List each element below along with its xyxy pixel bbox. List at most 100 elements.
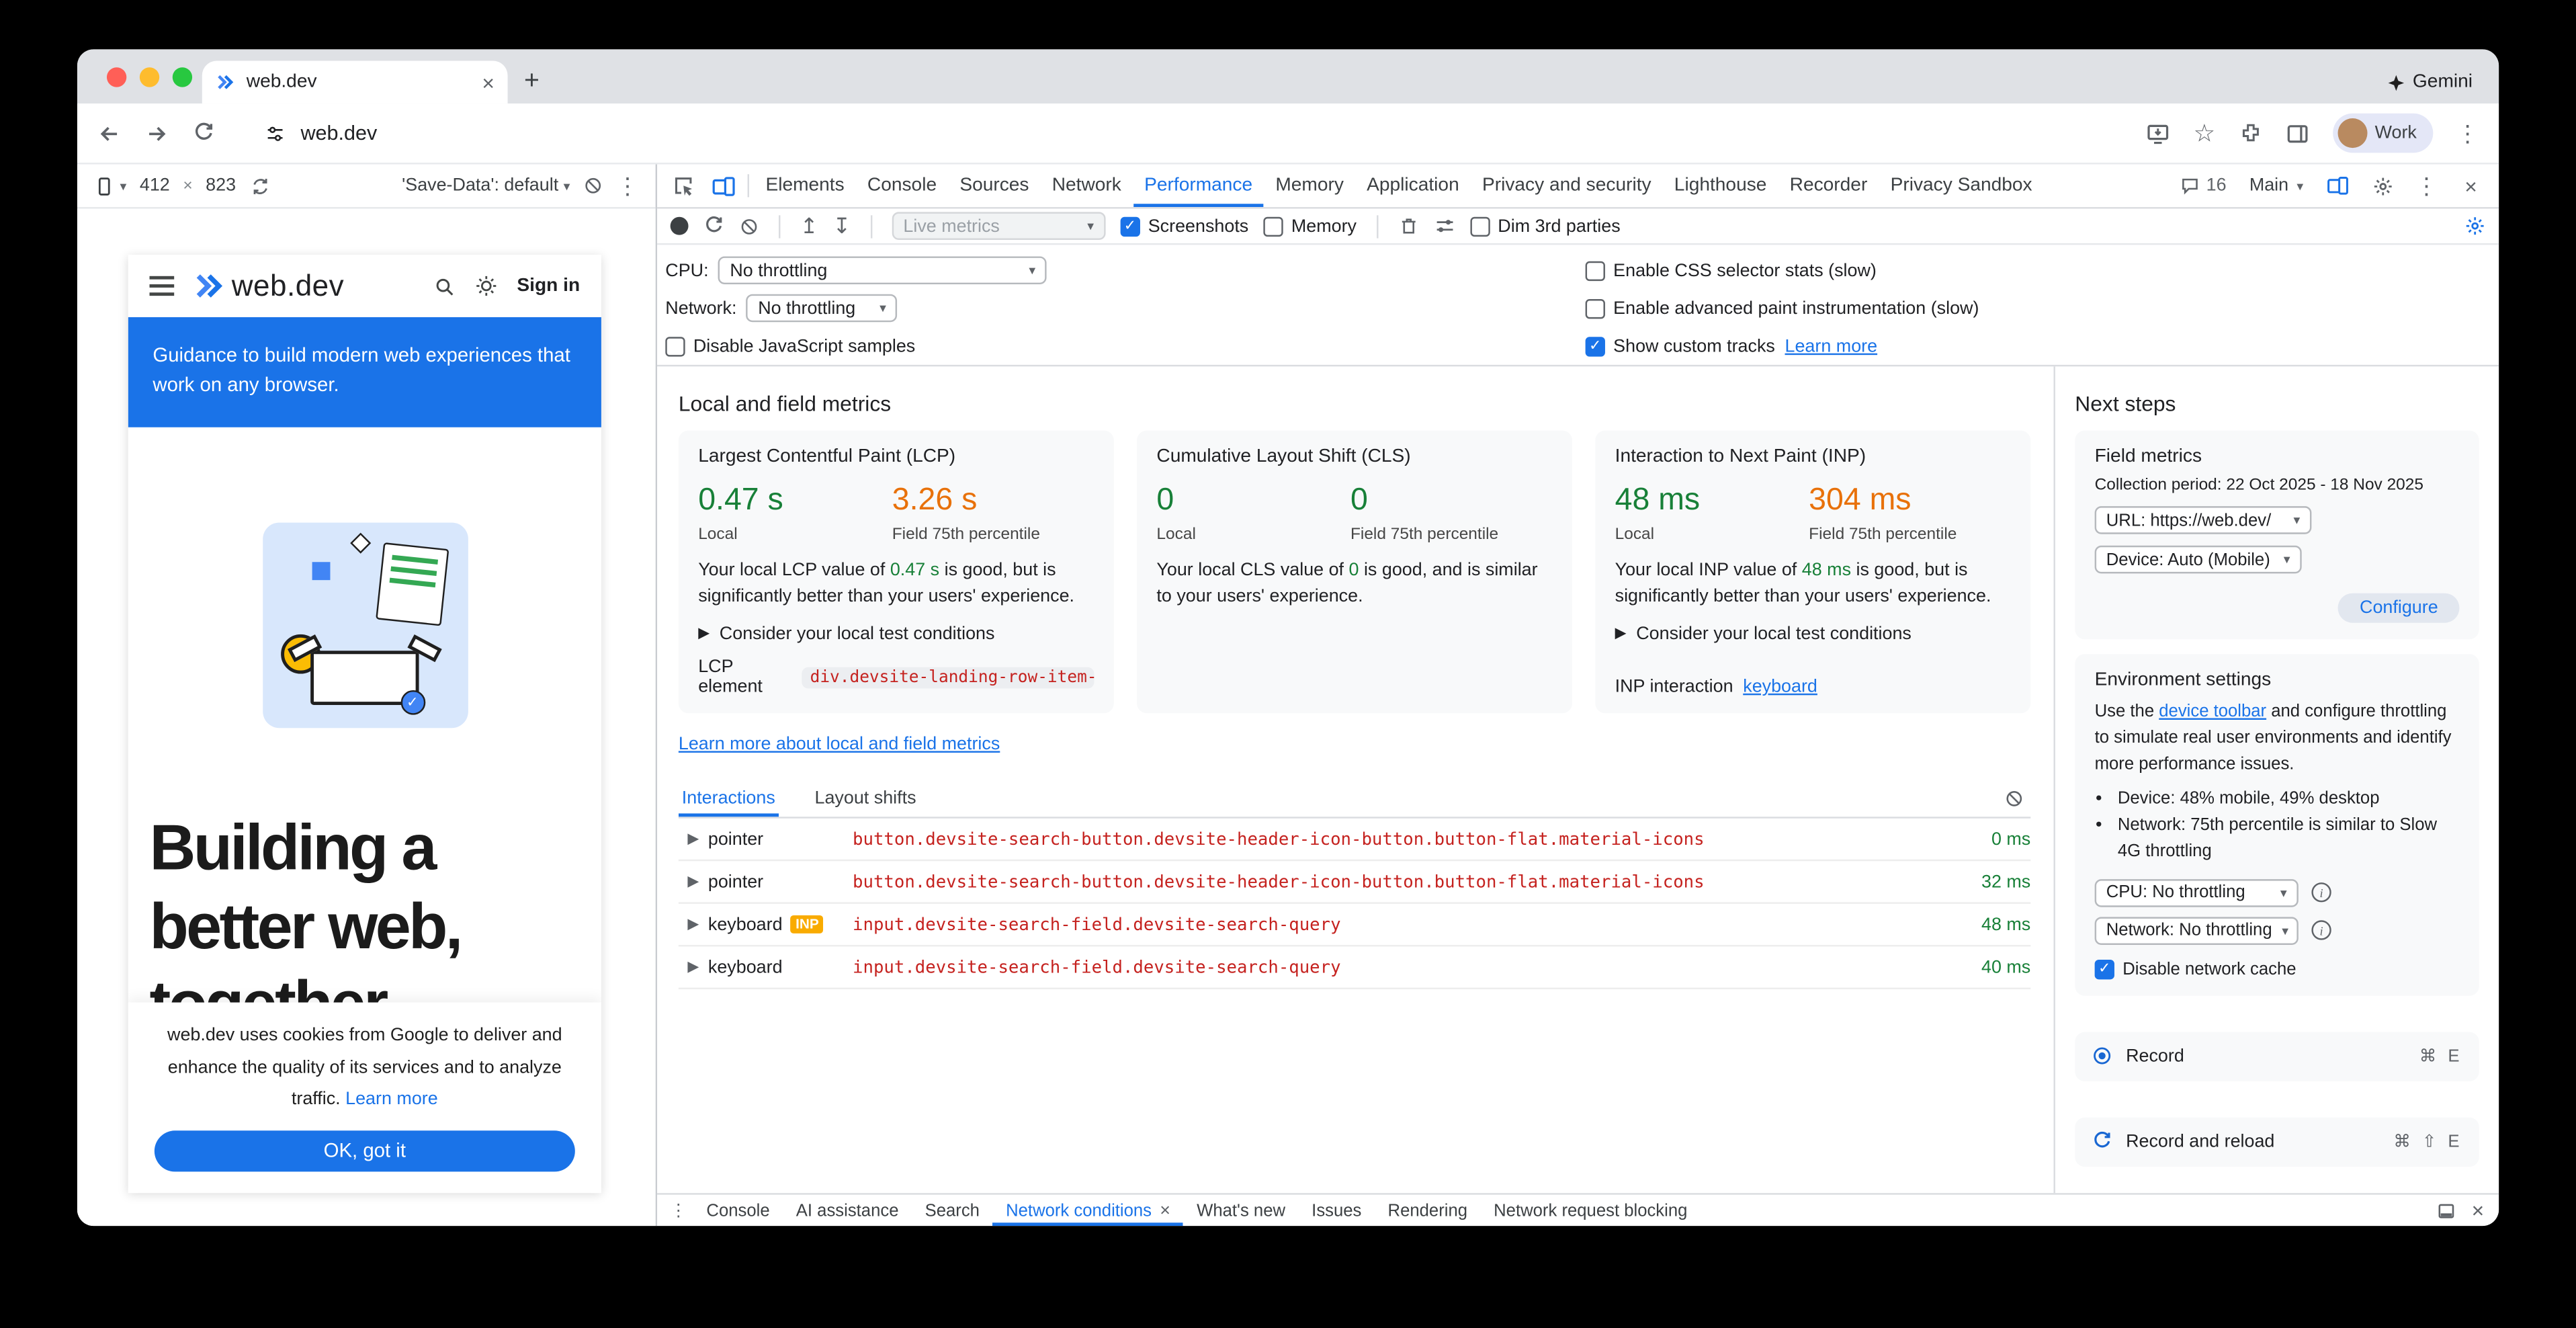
tab-privacy-and-security[interactable]: Privacy and security bbox=[1471, 165, 1663, 208]
paint-instrumentation-checkbox[interactable]: ✓ Enable advanced paint instrumentation … bbox=[1586, 298, 1979, 318]
console-messages-badge[interactable]: 16 bbox=[2172, 176, 2235, 196]
device-toolbar-toggle-icon[interactable] bbox=[703, 165, 743, 208]
collect-garbage-icon[interactable] bbox=[1398, 215, 1419, 237]
interaction-row[interactable]: ▶ pointer button.devsite-search-button.d… bbox=[679, 819, 2030, 862]
throttle-off-icon[interactable] bbox=[583, 176, 603, 196]
memory-checkbox[interactable]: ✓ Memory bbox=[1263, 216, 1357, 236]
field-device-select[interactable]: Device: Auto (Mobile)▾ bbox=[2095, 546, 2302, 574]
screenshots-checkbox[interactable]: ✓ Screenshots bbox=[1120, 216, 1248, 236]
reload-button[interactable] bbox=[192, 122, 215, 144]
devtools-close-icon[interactable]: × bbox=[2451, 175, 2491, 196]
cpu-throttling-select[interactable]: No throttling▾ bbox=[718, 256, 1047, 284]
drawer-tab-network-conditions[interactable]: Network conditions × bbox=[993, 1195, 1184, 1226]
back-button[interactable] bbox=[97, 121, 122, 146]
interaction-row[interactable]: ▶ pointer button.devsite-search-button.d… bbox=[679, 861, 2030, 904]
zoom-window-button[interactable] bbox=[173, 67, 192, 87]
device-height-field[interactable]: 823 bbox=[206, 176, 236, 196]
dim-3rd-parties-checkbox[interactable]: ✓ Dim 3rd parties bbox=[1470, 216, 1621, 236]
devtools-menu-icon[interactable]: ⋮ bbox=[2407, 174, 2446, 197]
drawer-tab-console[interactable]: Console bbox=[693, 1195, 783, 1226]
drawer-tab-issues[interactable]: Issues bbox=[1299, 1195, 1375, 1226]
clear-icon[interactable] bbox=[739, 216, 759, 236]
device-width-field[interactable]: 412 bbox=[140, 176, 170, 196]
tab-recorder[interactable]: Recorder bbox=[1778, 165, 1879, 208]
cpu-info-icon[interactable]: i bbox=[2311, 882, 2331, 902]
drawer-tab-network-request-blocking[interactable]: Network request blocking bbox=[1481, 1195, 1701, 1226]
drawer-close-icon[interactable]: × bbox=[2472, 1200, 2485, 1221]
tab-privacy-sandbox[interactable]: Privacy Sandbox bbox=[1879, 165, 2043, 208]
tab-close-icon[interactable]: × bbox=[482, 70, 495, 95]
devices-status-icon[interactable] bbox=[2318, 174, 2358, 197]
network-info-icon[interactable]: i bbox=[2311, 920, 2331, 940]
lcp-element-chip[interactable]: div.devsite-landing-row-item-d… bbox=[802, 667, 1094, 688]
tab-performance[interactable]: Performance bbox=[1133, 165, 1264, 208]
tab-lighthouse[interactable]: Lighthouse bbox=[1663, 165, 1778, 208]
lcp-test-conditions-expander[interactable]: ▶ Consider your local test conditions bbox=[698, 624, 1094, 644]
cookie-ok-button[interactable]: OK, got it bbox=[155, 1130, 575, 1171]
inp-test-conditions-expander[interactable]: ▶ Consider your local test conditions bbox=[1615, 624, 2011, 644]
minimize-window-button[interactable] bbox=[140, 67, 159, 87]
devtools-settings-icon[interactable] bbox=[2362, 175, 2402, 196]
interaction-row[interactable]: ▶ keyboard input.devsite-search-field.de… bbox=[679, 946, 2030, 989]
drawer-tab-search[interactable]: Search bbox=[912, 1195, 993, 1226]
tab-layout-shifts[interactable]: Layout shifts bbox=[812, 780, 920, 817]
css-selector-stats-checkbox[interactable]: ✓ Enable CSS selector stats (slow) bbox=[1586, 261, 1877, 280]
expand-icon[interactable]: ▶ bbox=[679, 958, 708, 977]
tab-console[interactable]: Console bbox=[856, 165, 948, 208]
device-throttle-select[interactable]: 'Save-Data': default ▾ bbox=[402, 176, 570, 196]
install-icon[interactable] bbox=[2146, 121, 2171, 146]
tab-elements[interactable]: Elements bbox=[754, 165, 855, 208]
inp-interaction-link[interactable]: keyboard bbox=[1743, 677, 1817, 696]
menu-hamburger-icon[interactable] bbox=[150, 277, 175, 296]
gemini-button[interactable]: Gemini bbox=[2387, 73, 2499, 103]
custom-tracks-learn-more-link[interactable]: Learn more bbox=[1785, 336, 1878, 356]
site-logo[interactable]: web.dev bbox=[192, 269, 344, 303]
disable-network-cache-checkbox[interactable]: ✓ Disable network cache bbox=[2095, 959, 2460, 979]
js-context-select[interactable]: Main▾ bbox=[2239, 176, 2313, 196]
drawer-menu-icon[interactable]: ⋮ bbox=[664, 1195, 693, 1226]
tab-interactions[interactable]: Interactions bbox=[679, 780, 779, 817]
device-toolbar-link[interactable]: device toolbar bbox=[2159, 702, 2266, 721]
history-select[interactable]: Live metrics▾ bbox=[892, 212, 1105, 240]
inspect-element-icon[interactable] bbox=[664, 165, 703, 208]
record-and-reload-button[interactable]: Record and reload ⌘ ⇧ E bbox=[2075, 1117, 2479, 1166]
tab-application[interactable]: Application bbox=[1355, 165, 1471, 208]
env-network-select[interactable]: Network: No throttling▾ bbox=[2095, 916, 2299, 944]
network-throttling-select[interactable]: No throttling▾ bbox=[746, 294, 898, 323]
field-url-select[interactable]: URL: https://web.dev/▾ bbox=[2095, 506, 2312, 534]
record-icon[interactable] bbox=[671, 217, 689, 235]
new-tab-button[interactable]: + bbox=[524, 67, 540, 97]
expand-icon[interactable]: ▶ bbox=[679, 915, 708, 933]
tab-sources[interactable]: Sources bbox=[948, 165, 1040, 208]
device-toolbar-menu-icon[interactable]: ⋮ bbox=[616, 174, 639, 197]
disable-js-samples-checkbox[interactable]: ✓ Disable JavaScript samples bbox=[665, 336, 915, 356]
rotate-icon[interactable] bbox=[249, 175, 271, 196]
search-icon[interactable] bbox=[433, 276, 455, 297]
drawer-dock-icon[interactable] bbox=[2437, 1200, 2456, 1220]
side-panel-icon[interactable] bbox=[2284, 121, 2309, 146]
interaction-row[interactable]: ▶ keyboard INP input.devsite-search-fiel… bbox=[679, 904, 2030, 947]
clear-log-icon[interactable] bbox=[2004, 780, 2030, 817]
tab-memory[interactable]: Memory bbox=[1264, 165, 1355, 208]
promo-banner[interactable]: Guidance to build modern web experiences… bbox=[128, 317, 601, 427]
forward-button[interactable] bbox=[144, 121, 169, 146]
site-info-icon[interactable] bbox=[265, 122, 286, 144]
record-and-reload-icon[interactable] bbox=[703, 215, 725, 237]
tab-network[interactable]: Network bbox=[1041, 165, 1133, 208]
expand-icon[interactable]: ▶ bbox=[679, 830, 708, 848]
address-bar[interactable]: web.dev bbox=[239, 122, 2123, 144]
drawer-tab-ai-assistance[interactable]: AI assistance bbox=[783, 1195, 912, 1226]
download-profile-icon[interactable]: ↧ bbox=[832, 215, 851, 237]
throttle-gauge-icon[interactable] bbox=[1434, 215, 1455, 237]
drawer-tab-whats-new[interactable]: What's new bbox=[1184, 1195, 1299, 1226]
extensions-puzzle-icon[interactable] bbox=[2239, 122, 2262, 144]
drawer-tab-rendering[interactable]: Rendering bbox=[1375, 1195, 1481, 1226]
capture-settings-gear-icon[interactable] bbox=[2464, 215, 2486, 237]
close-window-button[interactable] bbox=[107, 67, 126, 87]
show-custom-tracks-checkbox[interactable]: ✓ Show custom tracks bbox=[1586, 336, 1775, 356]
profile-button[interactable]: Work bbox=[2332, 114, 2433, 153]
bookmark-star-icon[interactable]: ☆ bbox=[2194, 121, 2216, 146]
browser-tab[interactable]: web.dev × bbox=[202, 60, 508, 103]
field-metrics-learn-more-link[interactable]: Learn more about local and field metrics bbox=[679, 735, 1000, 754]
upload-profile-icon[interactable]: ↥ bbox=[800, 215, 818, 237]
